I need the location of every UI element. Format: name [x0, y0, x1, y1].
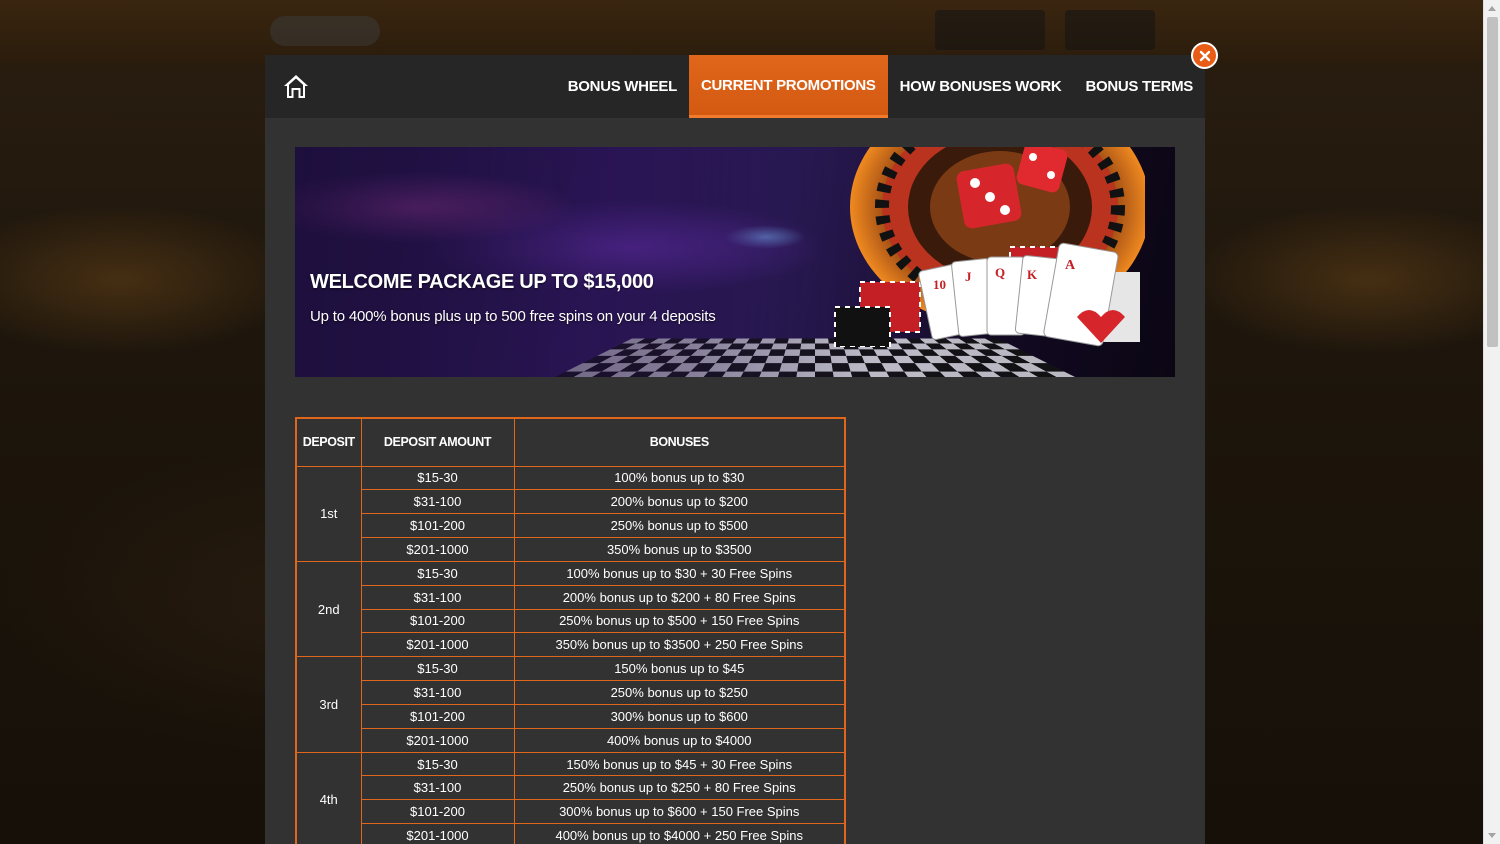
scroll-thumb[interactable] [1487, 17, 1498, 347]
table-row: $31-100 200% bonus up to $200 + 80 Free S… [296, 584, 846, 610]
home-button[interactable] [282, 72, 310, 100]
deposit-amount-cell: $101-200 [360, 799, 515, 825]
deposit-amount-cell: $201-1000 [360, 727, 515, 753]
bonus-cell: 250% bonus up to $500 + 150 Free Spins [513, 608, 846, 634]
scroll-down-icon[interactable] [1488, 833, 1496, 838]
header-deposit: DEPOSIT [295, 417, 362, 467]
bonus-cell: 250% bonus up to $250 + 80 Free Spins [513, 775, 846, 801]
bonus-cell: 350% bonus up to $3500 [513, 537, 846, 562]
card-label: J [965, 269, 972, 284]
scroll-up-icon[interactable] [1488, 6, 1496, 11]
table-row: 1st $15-30 100% bonus up to $30 [295, 465, 846, 562]
deposit-number-cell: 2nd [295, 560, 362, 658]
table-row: $201-1000 400% bonus up to $4000 [296, 727, 846, 753]
deposit-number-cell: 4th [295, 751, 362, 844]
bonus-cell: 200% bonus up to $200 + 80 Free Spins [513, 584, 846, 610]
tab-bonus-terms[interactable]: BONUS TERMS [1073, 55, 1205, 118]
deposit-amount-cell: $201-1000 [360, 537, 515, 562]
deposit-amount-cell: $15-30 [360, 560, 515, 586]
header-deposit-amount: DEPOSIT AMOUNT [360, 417, 515, 467]
bonus-cell: 250% bonus up to $500 [513, 513, 846, 539]
bonus-cell: 150% bonus up to $45 + 30 Free Spins [513, 751, 846, 777]
deposit-amount-cell: $15-30 [360, 465, 515, 491]
table-row: $201-1000 400% bonus up to $4000 + 250 Fr… [296, 823, 846, 844]
welcome-banner: 10 J Q K A WELCOME PACKAGE UP TO $15,000… [295, 147, 1175, 377]
deposit-amount-cell: $101-200 [360, 608, 515, 634]
table-row: $101-200 300% bonus up to $600 + 150 Free… [296, 799, 846, 825]
site-register-button [935, 10, 1045, 50]
bonus-cell: 100% bonus up to $30 [513, 465, 846, 491]
table-row: 3rd $15-30 150% bonus up to $45 [295, 656, 846, 753]
table-row: $101-200 250% bonus up to $500 + 150 Free… [296, 608, 846, 634]
banner-subtitle: Up to 400% bonus plus up to 500 free spi… [310, 308, 716, 325]
promotions-modal: BONUS WHEEL CURRENT PROMOTIONS HOW BONUS… [265, 55, 1205, 844]
card-label: Q [995, 265, 1005, 280]
modal-nav-bar: BONUS WHEEL CURRENT PROMOTIONS HOW BONUS… [265, 55, 1205, 118]
table-row: $101-200 300% bonus up to $600 [296, 703, 846, 729]
site-login-button [1065, 10, 1155, 50]
bonus-cell: 400% bonus up to $4000 + 250 Free Spins [513, 823, 846, 844]
banner-title: WELCOME PACKAGE UP TO $15,000 [310, 271, 654, 293]
tab-bonus-wheel[interactable]: BONUS WHEEL [556, 55, 689, 118]
bonus-cell: 400% bonus up to $4000 [513, 727, 846, 753]
deposit-amount-cell: $101-200 [360, 513, 515, 539]
bonus-cell: 300% bonus up to $600 [513, 703, 846, 729]
site-logo [270, 16, 380, 46]
deposit-amount-cell: $31-100 [360, 680, 515, 705]
deposit-amount-cell: $15-30 [360, 751, 515, 777]
deposit-amount-cell: $201-1000 [360, 632, 515, 658]
home-icon [284, 75, 308, 98]
table-row: $201-1000 350% bonus up to $3500 [296, 537, 846, 562]
deposit-number-cell: 1st [295, 465, 362, 562]
card-label: A [1065, 258, 1076, 273]
tab-current-promotions[interactable]: CURRENT PROMOTIONS [688, 55, 888, 118]
deposit-amount-cell: $101-200 [360, 703, 515, 729]
bonus-cell: 350% bonus up to $3500 + 250 Free Spins [513, 632, 846, 658]
tab-how-bonuses-work[interactable]: HOW BONUSES WORK [888, 55, 1074, 118]
bonus-cell: 200% bonus up to $200 [513, 489, 846, 515]
card-label: 10 [933, 277, 946, 292]
card-label: K [1027, 267, 1038, 282]
table-row: 2nd $15-30 100% bonus up to $30 + 30 Free … [295, 560, 846, 658]
table-row: $101-200 250% bonus up to $500 [296, 513, 846, 539]
table-header-row: DEPOSIT DEPOSIT AMOUNT BONUSES [295, 417, 846, 467]
deposit-amount-cell: $31-100 [360, 584, 515, 610]
deposit-amount-cell: $31-100 [360, 489, 515, 515]
table-row: $31-100 250% bonus up to $250 [296, 680, 846, 705]
close-button[interactable] [1191, 42, 1218, 69]
nav-tabs: BONUS WHEEL CURRENT PROMOTIONS HOW BONUS… [556, 55, 1205, 118]
deposit-amount-cell: $15-30 [360, 656, 515, 682]
site-header [0, 0, 1483, 62]
welcome-package-table: DEPOSIT DEPOSIT AMOUNT BONUSES 1st $15-30… [295, 417, 846, 844]
bonus-cell: 150% bonus up to $45 [513, 656, 846, 682]
roulette-dice-cards-image: 10 J Q K A [834, 147, 1145, 347]
bonus-cell: 300% bonus up to $600 + 150 Free Spins [513, 799, 846, 825]
deposit-amount-cell: $31-100 [360, 775, 515, 801]
table-row: $31-100 250% bonus up to $250 + 80 Free S… [296, 775, 846, 801]
deposit-number-cell: 3rd [295, 656, 362, 753]
page-scrollbar[interactable] [1483, 0, 1500, 844]
table-row: 4th $15-30 150% bonus up to $45 + 30 Free … [295, 751, 846, 844]
deposit-amount-cell: $201-1000 [360, 823, 515, 844]
bonus-cell: 100% bonus up to $30 + 30 Free Spins [513, 560, 846, 586]
table-row: $31-100 200% bonus up to $200 [296, 489, 846, 515]
header-bonuses: BONUSES [513, 417, 846, 467]
bonus-cell: 250% bonus up to $250 [513, 680, 846, 705]
table-row: $201-1000 350% bonus up to $3500 + 250 Fr… [296, 632, 846, 658]
close-icon [1199, 50, 1210, 61]
